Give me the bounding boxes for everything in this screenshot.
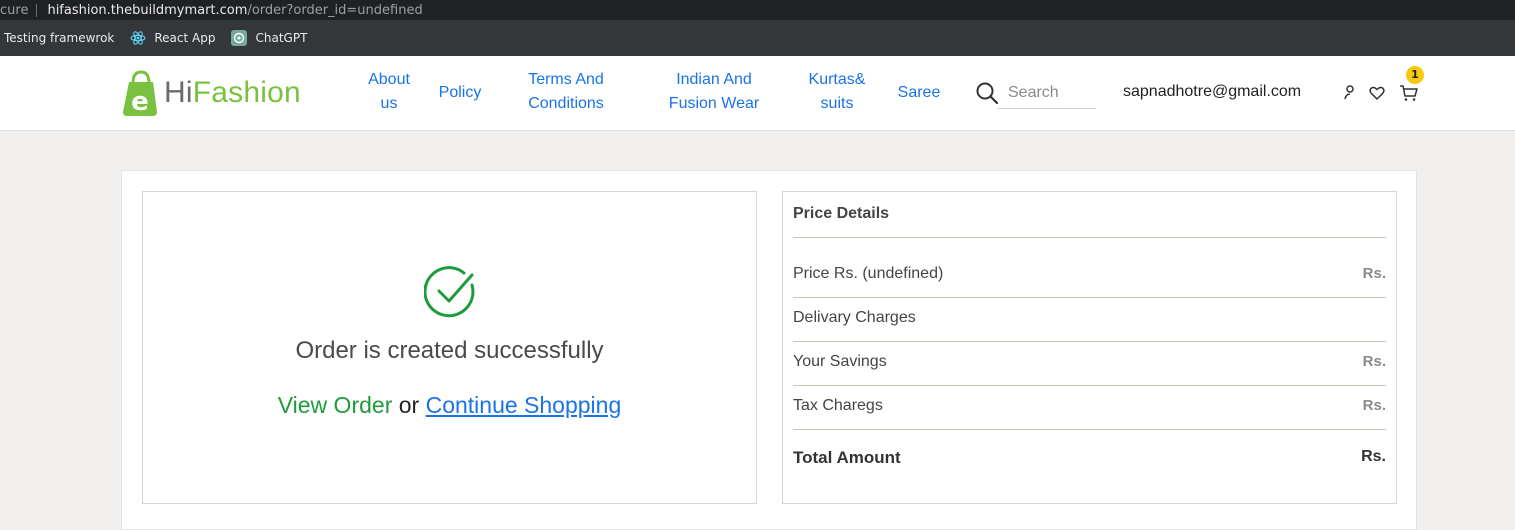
nav-label: Saree (897, 84, 941, 101)
nav-label: Kurtas& (808, 71, 866, 88)
search-icon[interactable] (976, 82, 998, 104)
bookmark-label: ChatGPT (255, 31, 308, 45)
total-value: Rs. (1361, 448, 1386, 465)
bookmark-react-app[interactable]: React App (130, 30, 215, 46)
nav-label: Terms And (528, 71, 604, 88)
nav-saree[interactable]: Saree (890, 81, 948, 105)
nav-label: Fusion Wear (668, 95, 760, 112)
divider (793, 237, 1386, 238)
divider (793, 341, 1386, 342)
nav-label: Indian And (676, 71, 752, 88)
nav-label: us (380, 95, 398, 112)
nav-label: About (368, 71, 410, 88)
logo-prefix: Hi (164, 76, 193, 109)
security-label: cure (0, 2, 29, 18)
tax-row: Tax Charegs Rs. (793, 397, 1386, 421)
react-icon (130, 30, 146, 46)
chatgpt-icon (231, 30, 248, 46)
success-check-icon (424, 266, 475, 318)
price-row-value: Rs. (1362, 265, 1386, 282)
bookmark-testing-framework[interactable]: Testing framewrok (4, 31, 114, 45)
browser-url-bar[interactable]: cure hifashion.thebuildmymart.com/order?… (0, 0, 1515, 20)
cart-icon[interactable] (1399, 84, 1419, 102)
search-box (976, 77, 1096, 109)
bookmark-label: React App (154, 31, 216, 45)
nav-label: Policy (438, 84, 482, 101)
price-row-label: Delivary Charges (793, 309, 916, 326)
price-row-label: Tax Charegs (793, 397, 883, 414)
order-confirmation-container: Order is created successfully View Order… (121, 170, 1417, 530)
bookmarks-bar: Testing framewrok React App ChatGPT (0, 20, 1515, 56)
nav-terms-and-conditions[interactable]: Terms And Conditions (515, 68, 617, 116)
nav-policy[interactable]: Policy (433, 81, 487, 105)
order-success-message: Order is created successfully (295, 337, 604, 364)
bookmark-label: Testing framewrok (4, 31, 115, 45)
logo-text: HiFashion (164, 76, 301, 110)
view-order-link[interactable]: View Order (278, 392, 393, 418)
price-row-value: Rs. (1362, 397, 1386, 414)
delivery-row: Delivary Charges (793, 309, 1386, 333)
price-row-label: Price Rs. (undefined) (793, 265, 944, 282)
bookmark-chatgpt[interactable]: ChatGPT (231, 30, 307, 46)
search-input[interactable] (998, 77, 1096, 109)
price-row: Price Rs. (undefined) Rs. (793, 265, 1386, 289)
price-row-value: Rs. (1362, 353, 1386, 370)
svg-text:e: e (131, 87, 149, 117)
logo-suffix: Fashion (192, 76, 301, 109)
price-row-label: Your Savings (793, 353, 887, 370)
or-text: or (392, 392, 426, 418)
nav-about-us[interactable]: About us (362, 68, 416, 116)
price-details-card: Price Details Price Rs. (undefined) Rs. … (782, 191, 1397, 504)
cart-count-badge: 1 (1406, 66, 1424, 84)
heart-icon[interactable] (1369, 84, 1385, 102)
nav-label: suits (820, 95, 854, 112)
divider (793, 385, 1386, 386)
divider (793, 297, 1386, 298)
user-icon[interactable] (1344, 84, 1360, 102)
user-email[interactable]: sapnadhotre@gmail.com (1123, 83, 1301, 101)
order-actions: View Order or Continue Shopping (143, 392, 756, 419)
site-header: e HiFashion About us Policy Terms And Co… (0, 56, 1515, 131)
nav-label: Conditions (528, 95, 604, 112)
site-logo[interactable]: e HiFashion (120, 68, 301, 118)
divider (793, 429, 1386, 430)
continue-shopping-link[interactable]: Continue Shopping (426, 392, 622, 418)
order-success-card: Order is created successfully View Order… (142, 191, 757, 504)
shopping-bag-logo-icon: e (123, 70, 157, 117)
total-label: Total Amount (793, 448, 901, 467)
url-host: hifashion.thebuildmymart.com (47, 2, 248, 18)
nav-indian-and-fusion-wear[interactable]: Indian And Fusion Wear (656, 68, 772, 116)
url-path: /order?order_id=undefined (247, 2, 423, 18)
price-details-title: Price Details (793, 205, 890, 222)
savings-row: Your Savings Rs. (793, 353, 1386, 377)
nav-kurtas-suits[interactable]: Kurtas& suits (800, 68, 874, 116)
total-row: Total Amount Rs. (793, 448, 1386, 472)
url-divider (36, 3, 38, 17)
